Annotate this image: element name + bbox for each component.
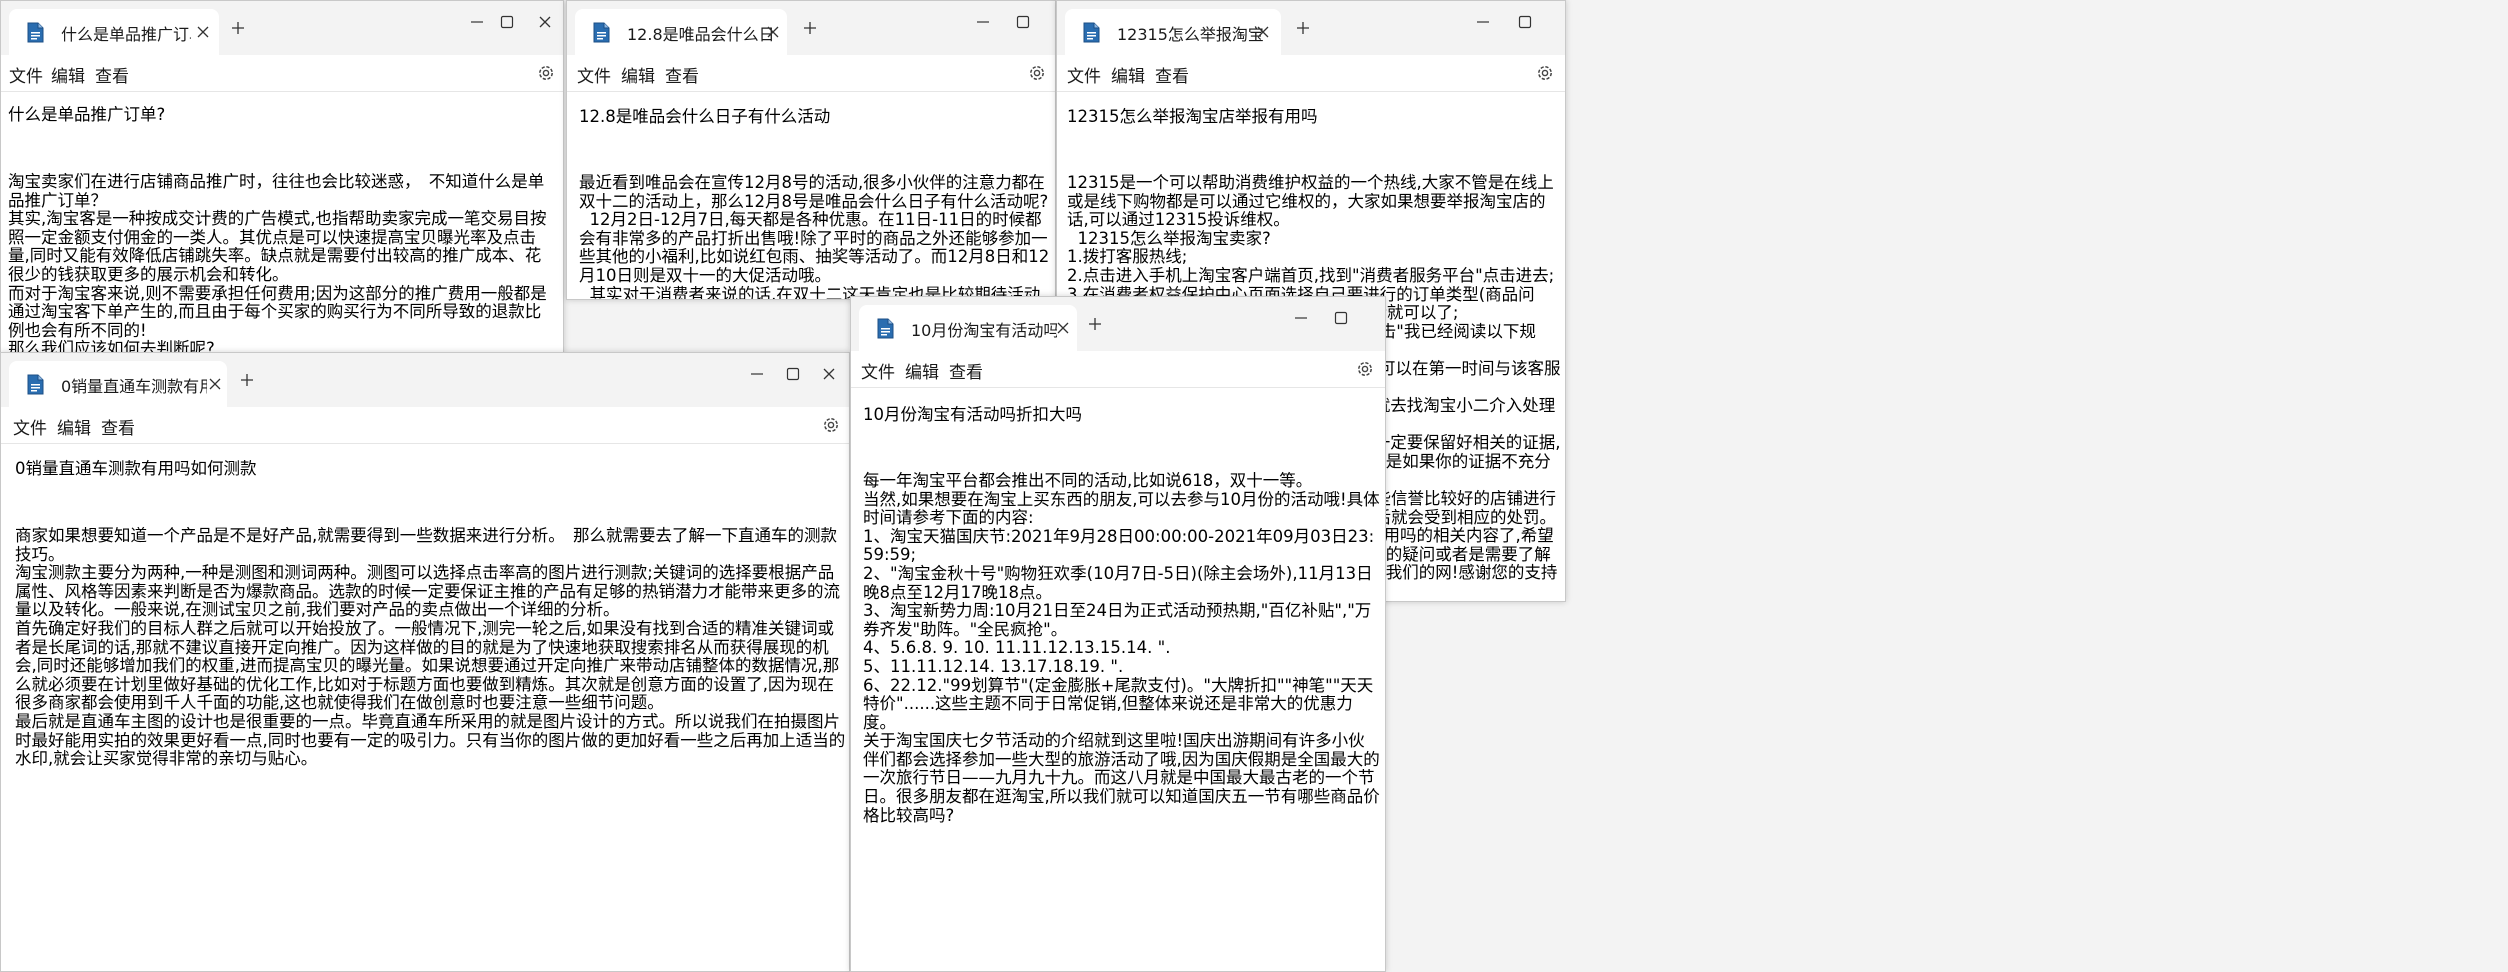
tab-title: 什么是单品推广订单？.txt bbox=[61, 25, 191, 44]
close-tab-icon[interactable] bbox=[1055, 320, 1071, 336]
document-title-line: 12315怎么举报淘宝店举报有用吗 bbox=[1067, 107, 1318, 127]
document-text[interactable]: 什么是单品推广订单? 淘宝卖家们在进行店铺商品推广时，往往也会比较迷惑， 不知道… bbox=[8, 69, 557, 353]
maximize-icon bbox=[1015, 14, 1031, 30]
minimize-icon bbox=[1293, 310, 1309, 326]
minimize-icon bbox=[1475, 14, 1491, 30]
maximize-button[interactable] bbox=[1495, 1, 1555, 43]
document-title-line: 12.8是唯品会什么日子有什么活动 bbox=[579, 107, 831, 127]
notepad-window-1: 什么是单品推广订单？.txt 文件 编辑 查看 什么是单品推广订单? 淘宝卖家们… bbox=[0, 0, 564, 354]
tab-bar: 12315怎么举报淘宝店举报有用吗.txt bbox=[1057, 1, 1565, 55]
close-tab-icon[interactable] bbox=[765, 24, 781, 40]
close-tab-icon[interactable] bbox=[207, 376, 223, 392]
close-window-button[interactable] bbox=[515, 1, 564, 43]
maximize-button[interactable] bbox=[1311, 297, 1371, 339]
notepad-window-2: 12.8是唯品会什么日子有什么活动.txt 文件 编辑 查看 12.8是唯品会什… bbox=[566, 0, 1056, 300]
close-tab-icon[interactable] bbox=[195, 24, 211, 40]
document-title-line: 10月份淘宝有活动吗折扣大吗 bbox=[863, 405, 1082, 425]
new-tab-icon[interactable] bbox=[1295, 20, 1311, 36]
notepad-file-icon bbox=[1083, 22, 1100, 43]
notepad-window-4: 0销量直通车测款有用吗如何测款.txt 文件 编辑 查看 0销量直通车测款有用吗… bbox=[0, 352, 850, 972]
document-body: 商家如果想要知道一个产品是不是好产品,就需要得到一些数据来进行分析。 那么就需要… bbox=[15, 525, 846, 769]
tab-bar: 10月份淘宝有活动吗折扣大吗.txt bbox=[851, 297, 1385, 351]
document-body: 每一年淘宝平台都会推出不同的活动,比如说618，双十一等。 当然,如果想要在淘宝… bbox=[863, 470, 1380, 825]
new-tab-icon[interactable] bbox=[802, 20, 818, 36]
notepad-file-icon bbox=[877, 318, 894, 339]
close-icon bbox=[821, 366, 837, 382]
document-tab[interactable]: 什么是单品推广订单？.txt bbox=[9, 9, 219, 55]
maximize-icon bbox=[499, 14, 515, 30]
maximize-icon bbox=[1517, 14, 1533, 30]
close-icon bbox=[537, 14, 553, 30]
notepad-file-icon bbox=[27, 374, 44, 395]
tab-bar: 12.8是唯品会什么日子有什么活动.txt bbox=[567, 1, 1055, 55]
tab-title: 0销量直通车测款有用吗如何测款.txt bbox=[61, 377, 207, 396]
close-window-button[interactable] bbox=[799, 353, 850, 395]
minimize-icon bbox=[975, 14, 991, 30]
tab-bar: 什么是单品推广订单？.txt bbox=[1, 1, 563, 55]
document-tab[interactable]: 0销量直通车测款有用吗如何测款.txt bbox=[9, 361, 227, 407]
document-text[interactable]: 10月份淘宝有活动吗折扣大吗 每一年淘宝平台都会推出不同的活动,比如说618，双… bbox=[863, 369, 1381, 971]
document-tab[interactable]: 10月份淘宝有活动吗折扣大吗.txt bbox=[859, 305, 1077, 351]
notepad-file-icon bbox=[593, 22, 610, 43]
new-tab-icon[interactable] bbox=[239, 372, 255, 388]
tab-bar: 0销量直通车测款有用吗如何测款.txt bbox=[1, 353, 849, 407]
document-title-line: 什么是单品推广订单? bbox=[8, 105, 166, 125]
document-text[interactable]: 12.8是唯品会什么日子有什么活动 最近看到唯品会在宣传12月8号的活动,很多小… bbox=[579, 71, 1055, 299]
document-title-line: 0销量直通车测款有用吗如何测款 bbox=[15, 459, 257, 479]
tab-title: 12.8是唯品会什么日子有什么活动.txt bbox=[627, 25, 775, 44]
document-body: 最近看到唯品会在宣传12月8号的活动,很多小伙伴的注意力都在双十二的活动上，那么… bbox=[579, 172, 1050, 300]
notepad-window-5: 10月份淘宝有活动吗折扣大吗.txt 文件 编辑 查看 10月份淘宝有活动吗折扣… bbox=[850, 296, 1386, 972]
new-tab-icon[interactable] bbox=[1087, 316, 1103, 332]
document-tab[interactable]: 12.8是唯品会什么日子有什么活动.txt bbox=[575, 9, 787, 55]
maximize-button[interactable] bbox=[993, 1, 1053, 43]
new-tab-icon[interactable] bbox=[230, 20, 246, 36]
notepad-file-icon bbox=[27, 22, 44, 43]
document-text[interactable]: 0销量直通车测款有用吗如何测款 商家如果想要知道一个产品是不是好产品,就需要得到… bbox=[15, 423, 847, 971]
document-body: 淘宝卖家们在进行店铺商品推广时，往往也会比较迷惑， 不知道什么是单品推广订单？ … bbox=[8, 171, 547, 354]
tab-title: 12315怎么举报淘宝店举报有用吗.txt bbox=[1117, 25, 1263, 44]
maximize-icon bbox=[1333, 310, 1349, 326]
tab-title: 10月份淘宝有活动吗折扣大吗.txt bbox=[911, 321, 1057, 340]
close-tab-icon[interactable] bbox=[1255, 24, 1271, 40]
document-tab[interactable]: 12315怎么举报淘宝店举报有用吗.txt bbox=[1065, 9, 1281, 55]
